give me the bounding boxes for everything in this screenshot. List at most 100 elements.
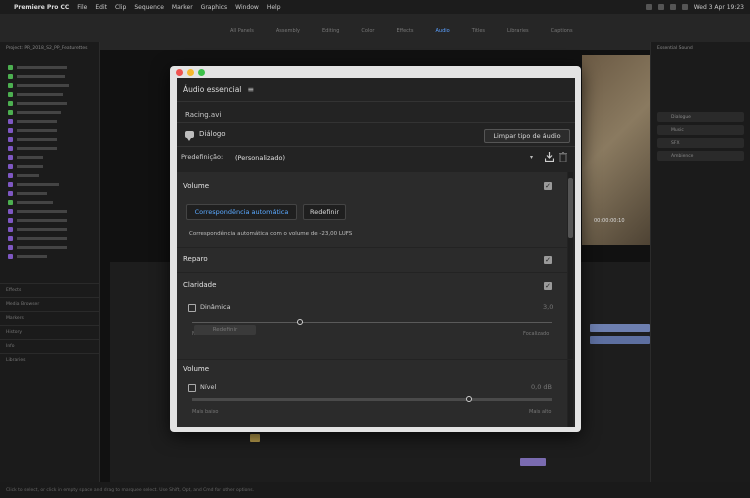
- bin-item[interactable]: [0, 216, 99, 225]
- bin-item[interactable]: [0, 144, 99, 153]
- workspace-tab[interactable]: All Panels: [230, 28, 254, 34]
- bin-item[interactable]: [0, 243, 99, 252]
- save-preset-icon[interactable]: [545, 152, 554, 162]
- program-timecode: 00:00:00:10: [594, 218, 625, 224]
- timeline-clip[interactable]: [590, 336, 650, 344]
- bin-item[interactable]: [0, 117, 99, 126]
- preset-value: (Personalizado): [235, 153, 286, 162]
- menu-edit[interactable]: Edit: [95, 4, 107, 11]
- level-range-low: Mais baixo: [192, 409, 219, 415]
- workspace-tab[interactable]: Assembly: [276, 28, 300, 34]
- workspace-tab[interactable]: Effects: [396, 28, 413, 34]
- level-range-high: Mais alto: [529, 409, 552, 415]
- bin-item[interactable]: [0, 207, 99, 216]
- timeline-clip[interactable]: [520, 458, 546, 466]
- timeline-clip[interactable]: [590, 324, 650, 332]
- bin-item[interactable]: [0, 72, 99, 81]
- bin-item[interactable]: [0, 252, 99, 261]
- battery-icon[interactable]: [681, 4, 688, 10]
- chevron-down-icon: ▾: [529, 154, 533, 161]
- bin-item[interactable]: [0, 81, 99, 90]
- workspace-tab[interactable]: Libraries: [507, 28, 529, 34]
- panel-scrollbar[interactable]: [568, 172, 573, 427]
- bg-music-button[interactable]: Music: [657, 125, 744, 135]
- tray-icon[interactable]: [657, 4, 664, 10]
- workspace-tab[interactable]: Titles: [472, 28, 485, 34]
- panel-history[interactable]: History: [0, 325, 99, 339]
- panel-menu-icon[interactable]: ≡: [247, 85, 254, 94]
- panel-media-browser[interactable]: Media Browser: [0, 297, 99, 311]
- bin-item[interactable]: [0, 90, 99, 99]
- dynamics-slider-track[interactable]: [192, 322, 552, 323]
- bg-ambience-button[interactable]: Ambience: [657, 151, 744, 161]
- workspace-tab[interactable]: Color: [361, 28, 374, 34]
- bg-dialogue-button[interactable]: Dialogue: [657, 112, 744, 122]
- menu-window[interactable]: Window: [235, 4, 259, 11]
- bin-item[interactable]: [0, 234, 99, 243]
- clarity-checkbox[interactable]: [544, 282, 552, 290]
- window-controls: [176, 69, 205, 76]
- essential-sound-bg-title[interactable]: Essential Sound: [651, 42, 750, 55]
- repair-section-title: Reparo: [183, 255, 208, 263]
- bin-item[interactable]: [0, 162, 99, 171]
- menu-file[interactable]: File: [77, 4, 87, 11]
- bin-item[interactable]: [0, 126, 99, 135]
- volume-checkbox[interactable]: [544, 182, 552, 190]
- bin-item[interactable]: [0, 135, 99, 144]
- divider: [177, 146, 575, 147]
- auto-match-note: Correspondência automática com o volume …: [189, 231, 353, 237]
- menu-graphics[interactable]: Graphics: [201, 4, 228, 11]
- bin-item[interactable]: [0, 171, 99, 180]
- workspace-bar: All Panels Assembly Editing Color Effect…: [0, 14, 750, 50]
- dynamics-value: 3,0: [543, 303, 554, 311]
- menu-clock[interactable]: Wed 3 Apr 19:23: [694, 4, 744, 11]
- menu-clip[interactable]: Clip: [115, 4, 126, 11]
- workspace-tab[interactable]: Captions: [551, 28, 573, 34]
- project-panel-title[interactable]: Project: PR_2018_S2_PP_Featurettes: [0, 42, 99, 55]
- app-menu[interactable]: Premiere Pro CC: [14, 4, 69, 11]
- zoom-icon[interactable]: [198, 69, 205, 76]
- bin-item[interactable]: [0, 99, 99, 108]
- tray-icon[interactable]: [645, 4, 652, 10]
- clarity-reset-button[interactable]: Redefinir: [194, 325, 256, 335]
- preset-dropdown[interactable]: (Personalizado) ▾: [233, 151, 533, 164]
- repair-checkbox[interactable]: [544, 256, 552, 264]
- bin-item[interactable]: [0, 108, 99, 117]
- bg-sfx-button[interactable]: SFX: [657, 138, 744, 148]
- panel-info[interactable]: Info: [0, 339, 99, 353]
- dynamics-slider-handle[interactable]: [297, 319, 303, 325]
- panel-libraries[interactable]: Libraries: [0, 353, 99, 367]
- level-slider-track[interactable]: [192, 398, 552, 401]
- level-slider-handle[interactable]: [466, 396, 473, 402]
- project-panel: Project: PR_2018_S2_PP_Featurettes Effec…: [0, 42, 100, 482]
- bin-item[interactable]: [0, 225, 99, 234]
- preset-row: Predefinição:: [181, 153, 223, 161]
- level-checkbox[interactable]: [188, 384, 196, 392]
- bin-item[interactable]: [0, 63, 99, 72]
- menu-marker[interactable]: Marker: [172, 4, 193, 11]
- bin-item[interactable]: [0, 180, 99, 189]
- timeline-clip[interactable]: [250, 434, 260, 442]
- menu-help[interactable]: Help: [267, 4, 281, 11]
- scroll-thumb[interactable]: [568, 178, 573, 238]
- divider: [177, 122, 575, 123]
- level-value: 0,0 dB: [531, 383, 552, 391]
- minimize-icon[interactable]: [187, 69, 194, 76]
- auto-match-button[interactable]: Correspondência automática: [186, 204, 297, 220]
- bin-item[interactable]: [0, 198, 99, 207]
- close-icon[interactable]: [176, 69, 183, 76]
- clear-audio-type-button[interactable]: Limpar tipo de áudio: [484, 129, 570, 143]
- menu-sequence[interactable]: Sequence: [134, 4, 164, 11]
- bin-item[interactable]: [0, 153, 99, 162]
- dynamics-checkbox[interactable]: [188, 304, 196, 312]
- workspace-tab[interactable]: Editing: [322, 28, 339, 34]
- preset-label: Predefinição:: [181, 153, 224, 161]
- bin-item[interactable]: [0, 189, 99, 198]
- panel-effects[interactable]: Effects: [0, 283, 99, 297]
- delete-preset-icon[interactable]: [559, 152, 567, 162]
- reset-button[interactable]: Redefinir: [303, 204, 346, 220]
- audio-type-row: Diálogo: [185, 130, 226, 141]
- workspace-tab-active[interactable]: Audio: [435, 28, 449, 34]
- panel-markers[interactable]: Markers: [0, 311, 99, 325]
- wifi-icon[interactable]: [669, 4, 676, 10]
